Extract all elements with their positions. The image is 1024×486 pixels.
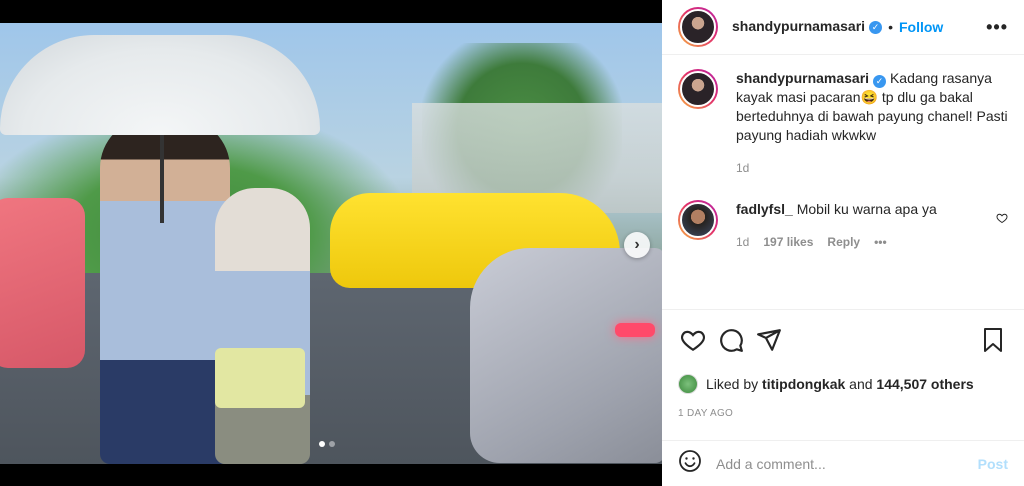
bookmark-icon[interactable]	[976, 323, 1010, 357]
more-options-icon[interactable]: •••	[986, 17, 1008, 38]
comment-text: Mobil ku warna apa ya	[796, 201, 937, 217]
heart-icon[interactable]	[676, 323, 710, 357]
post-timestamp[interactable]: 1 DAY AGO	[662, 399, 1024, 427]
comment-username[interactable]: fadlyfsl_	[736, 201, 793, 217]
post-media: ›	[0, 0, 662, 486]
man-figure	[100, 118, 230, 464]
caption-age[interactable]: 1d	[736, 159, 749, 178]
comment-icon[interactable]	[714, 323, 748, 357]
likes-connector: and	[849, 376, 873, 392]
likes-others[interactable]: 144,507 others	[876, 376, 973, 392]
post-header: shandypurnamasari ✓ • Follow •••	[662, 0, 1024, 55]
caption-username[interactable]: shandypurnamasari	[736, 70, 869, 86]
liker-username[interactable]: titipdongkak	[762, 376, 845, 392]
handbag	[215, 348, 305, 408]
share-icon[interactable]	[752, 323, 786, 357]
comment-age[interactable]: 1d	[736, 233, 749, 252]
commenter-avatar[interactable]	[678, 200, 718, 240]
comments-section: shandypurnamasari ✓ Kadang rasanya kayak …	[662, 55, 1024, 309]
umbrella	[0, 35, 320, 135]
comment-more-icon[interactable]: •••	[874, 233, 887, 252]
carousel-dot	[329, 441, 335, 447]
verified-badge-icon: ✓	[873, 75, 887, 88]
emoji-icon[interactable]	[678, 449, 702, 478]
caption: shandypurnamasari ✓ Kadang rasanya kayak …	[678, 69, 1008, 178]
add-comment-input[interactable]	[716, 455, 978, 472]
caption-avatar[interactable]	[678, 69, 718, 109]
silver-car	[470, 248, 662, 463]
red-car	[0, 198, 85, 368]
carousel-dot-active	[319, 441, 325, 447]
author-username[interactable]: shandypurnamasari	[732, 18, 865, 36]
comment-composer: Post	[662, 440, 1024, 486]
woman-figure	[215, 188, 310, 464]
action-bar	[662, 309, 1024, 369]
likes-summary: Liked by titipdongkak and 144,507 others	[662, 369, 1024, 399]
liker-avatar[interactable]	[678, 374, 698, 394]
comment-likes[interactable]: 197 likes	[763, 233, 813, 252]
follow-button[interactable]: Follow	[899, 19, 943, 35]
comment-item: fadlyfsl_ Mobil ku warna apa ya 1d 197 l…	[678, 200, 1008, 252]
carousel-indicator	[319, 441, 335, 447]
verified-badge-icon: ✓	[869, 20, 883, 34]
carousel-next-button[interactable]: ›	[624, 232, 650, 258]
reply-button[interactable]: Reply	[827, 233, 860, 252]
post-photo[interactable]	[0, 23, 662, 464]
taillight	[615, 323, 655, 337]
comment-like-heart-icon[interactable]	[996, 212, 1008, 252]
post-comment-button[interactable]: Post	[978, 456, 1008, 472]
author-avatar[interactable]	[678, 7, 718, 47]
post-side-panel: shandypurnamasari ✓ • Follow ••• shandyp…	[662, 0, 1024, 486]
header-separator: •	[888, 19, 893, 35]
author-username-text[interactable]: shandypurnamasari	[732, 18, 865, 34]
likes-prefix: Liked by	[706, 376, 759, 392]
